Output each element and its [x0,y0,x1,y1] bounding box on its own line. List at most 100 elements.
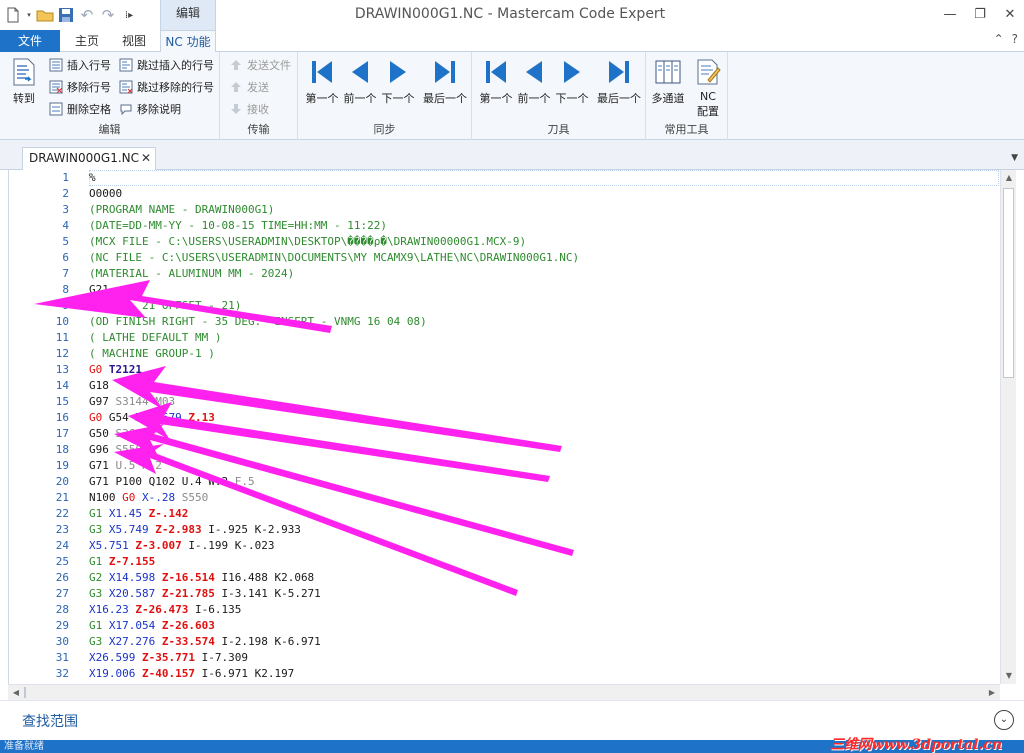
scroll-up-icon[interactable]: ▲ [1001,170,1017,186]
vertical-scrollbar[interactable]: ▲ ▼ [1000,170,1016,684]
scroll-down-icon[interactable]: ▼ [1001,668,1017,684]
contextual-tab-edit[interactable]: 编辑 [160,0,216,30]
code-token: Z-16.514 [161,571,222,584]
document-tab[interactable]: DRAWIN000G1.NC ✕ [22,147,156,170]
tool-prev-button[interactable]: 前一个 [514,56,554,106]
sync-prev-label: 前一个 [343,92,377,105]
restore-icon[interactable]: ❐ [972,6,988,22]
sync-last-button[interactable]: 最后一个 [420,56,470,106]
scroll-left-icon[interactable]: ◀ [8,685,24,701]
send-icon [228,79,244,95]
status-text: 准备就绪 [4,741,44,752]
horizontal-scroll-thumb[interactable] [24,687,26,698]
tool-prev-label: 前一个 [517,92,551,105]
code-line[interactable]: G50 S3600 [89,426,149,442]
goto-button[interactable]: 转到 [4,56,44,106]
code-line[interactable]: G1 X17.054 Z-26.603 [89,618,215,634]
code-line[interactable]: (MATERIAL - ALUMINUM MM - 2024) [89,266,294,282]
open-folder-icon[interactable] [36,6,54,24]
delete-spaces-button[interactable]: 删除空格 [48,100,111,118]
send-file-button[interactable]: 发送文件 [228,56,291,74]
next-icon [556,56,588,88]
code-line[interactable]: (TOOL - 21 OFFSET - 21) [89,298,241,314]
document-tab-label: DRAWIN000G1.NC [29,151,140,165]
tab-list-dropdown-icon[interactable]: ▼ [1011,153,1018,163]
code-line[interactable]: G2 X14.598 Z-16.514 I16.488 K2.068 [89,570,314,586]
code-line[interactable]: G1 Z-7.155 [89,554,155,570]
undo-icon[interactable]: ↶ [78,6,96,24]
code-line[interactable]: G0 T2121 [89,362,142,378]
code-line[interactable]: (MCX FILE - C:\USERS\USERADMIN\DESKTOP\�… [89,234,526,250]
code-line[interactable]: X26.599 Z-35.771 I-7.309 [89,650,248,666]
code-token: G96 [89,443,116,456]
code-line[interactable]: N100 G0 X-.28 S550 [89,490,208,506]
expand-panel-icon[interactable]: ⌄ [994,710,1014,730]
code-line[interactable]: O0000 [89,186,122,202]
code-line[interactable]: X19.006 Z-40.157 I-6.971 K2.197 [89,666,294,682]
code-line[interactable]: G0 G54 X57.679 Z.13 [89,410,215,426]
code-line[interactable]: (OD FINISH RIGHT - 35 DEG. INSERT - VNMG… [89,314,427,330]
insert-line-numbers-button[interactable]: 插入行号 [48,56,111,74]
redo-icon[interactable]: ↷ [99,6,117,24]
previous-icon [518,56,550,88]
code-line[interactable]: X16.23 Z-26.473 I-6.135 [89,602,241,618]
code-line[interactable]: G71 P100 Q102 U.4 W.2 F.5 [89,474,255,490]
code-line[interactable]: G3 X5.749 Z-2.983 I-.925 K-2.933 [89,522,301,538]
remove-line-numbers-button[interactable]: 移除行号 [48,78,111,96]
new-file-icon[interactable] [4,6,22,24]
code-token: T2121 [108,363,142,376]
line-number: 14 [55,379,69,392]
code-line[interactable]: ( MACHINE GROUP-1 ) [89,346,215,362]
nc-config-button[interactable]: NC 配置 [688,56,728,119]
code-line[interactable]: G96 S550 [89,442,142,458]
remove-comments-button[interactable]: 移除说明 [118,100,181,118]
horizontal-scrollbar[interactable]: ◀ ▶ [8,684,1000,700]
customize-toolbar-icon[interactable]: ⁞▸ [120,6,138,24]
code-line[interactable]: ( LATHE DEFAULT MM ) [89,330,221,346]
tab-view[interactable]: 视图 [112,30,156,52]
code-line[interactable]: G3 X27.276 Z-33.574 I-2.198 K-6.971 [89,634,321,650]
code-line[interactable]: G18 [89,378,109,394]
tab-home[interactable]: 主页 [64,30,110,52]
code-token: Z-26.473 [135,603,195,616]
find-scope-label[interactable]: 查找范围 [22,711,78,731]
close-icon[interactable]: ✕ [1002,6,1018,22]
line-number: 23 [55,523,69,536]
vertical-scroll-thumb[interactable] [1003,188,1014,378]
sync-first-button[interactable]: 第一个 [302,56,342,106]
code-line[interactable]: (NC FILE - C:\USERS\USERADMIN\DOCUMENTS\… [89,250,579,266]
multichannel-button[interactable]: 多通道 [648,56,688,106]
code-line[interactable]: G97 S3144 M03 [89,394,175,410]
dropdown-arrow-icon[interactable]: ▾ [25,6,33,24]
code-line[interactable]: (DATE=DD-MM-YY - 10-08-15 TIME=HH:MM - 1… [89,218,387,234]
code-line[interactable]: (PROGRAM NAME - DRAWIN000G1) [89,202,274,218]
tool-last-button[interactable]: 最后一个 [594,56,644,106]
close-tab-icon[interactable]: ✕ [141,148,151,169]
sync-prev-button[interactable]: 前一个 [340,56,380,106]
tool-first-button[interactable]: 第一个 [476,56,516,106]
skip-remove-line-numbers-button[interactable]: 跳过移除的行号 [118,78,214,96]
receive-button[interactable]: 接收 [228,100,269,118]
code-line[interactable]: % [89,170,96,186]
code-line[interactable]: G3 X20.587 Z-21.785 I-3.141 K-5.271 [89,586,321,602]
tool-next-button[interactable]: 下一个 [552,56,592,106]
code-line[interactable]: X5.751 Z-3.007 I-.199 K-.023 [89,538,274,554]
collapse-ribbon-icon[interactable]: ⌃ [994,32,1004,46]
code-editor[interactable]: 1 2 3 4 5 6 7 8 9 10 11 12 13 14 15 16 17 18 19 20 21 22 23 24 2… [8,170,1016,684]
code-line[interactable]: G71 U.5 R.2 [89,458,162,474]
save-icon[interactable] [57,6,75,24]
tab-file[interactable]: 文件 [0,30,60,52]
minimize-icon[interactable]: — [942,6,958,22]
tab-nc-functions[interactable]: NC 功能 [160,30,216,53]
document-tab-strip: DRAWIN000G1.NC ✕ ▼ [0,140,1024,170]
code-token: ( LATHE DEFAULT MM ) [89,331,222,344]
sync-next-button[interactable]: 下一个 [378,56,418,106]
code-line[interactable]: G21 [89,282,109,298]
line-number: 11 [55,331,69,344]
code-area[interactable]: % O0000 (PROGRAM NAME - DRAWIN000G1) (DATE=… [89,170,999,684]
skip-insert-line-numbers-button[interactable]: 跳过插入的行号 [118,56,214,74]
send-button[interactable]: 发送 [228,78,269,96]
help-icon[interactable]: ? [1012,32,1018,46]
code-line[interactable]: G1 X1.45 Z-.142 [89,506,188,522]
scroll-right-icon[interactable]: ▶ [984,685,1000,701]
